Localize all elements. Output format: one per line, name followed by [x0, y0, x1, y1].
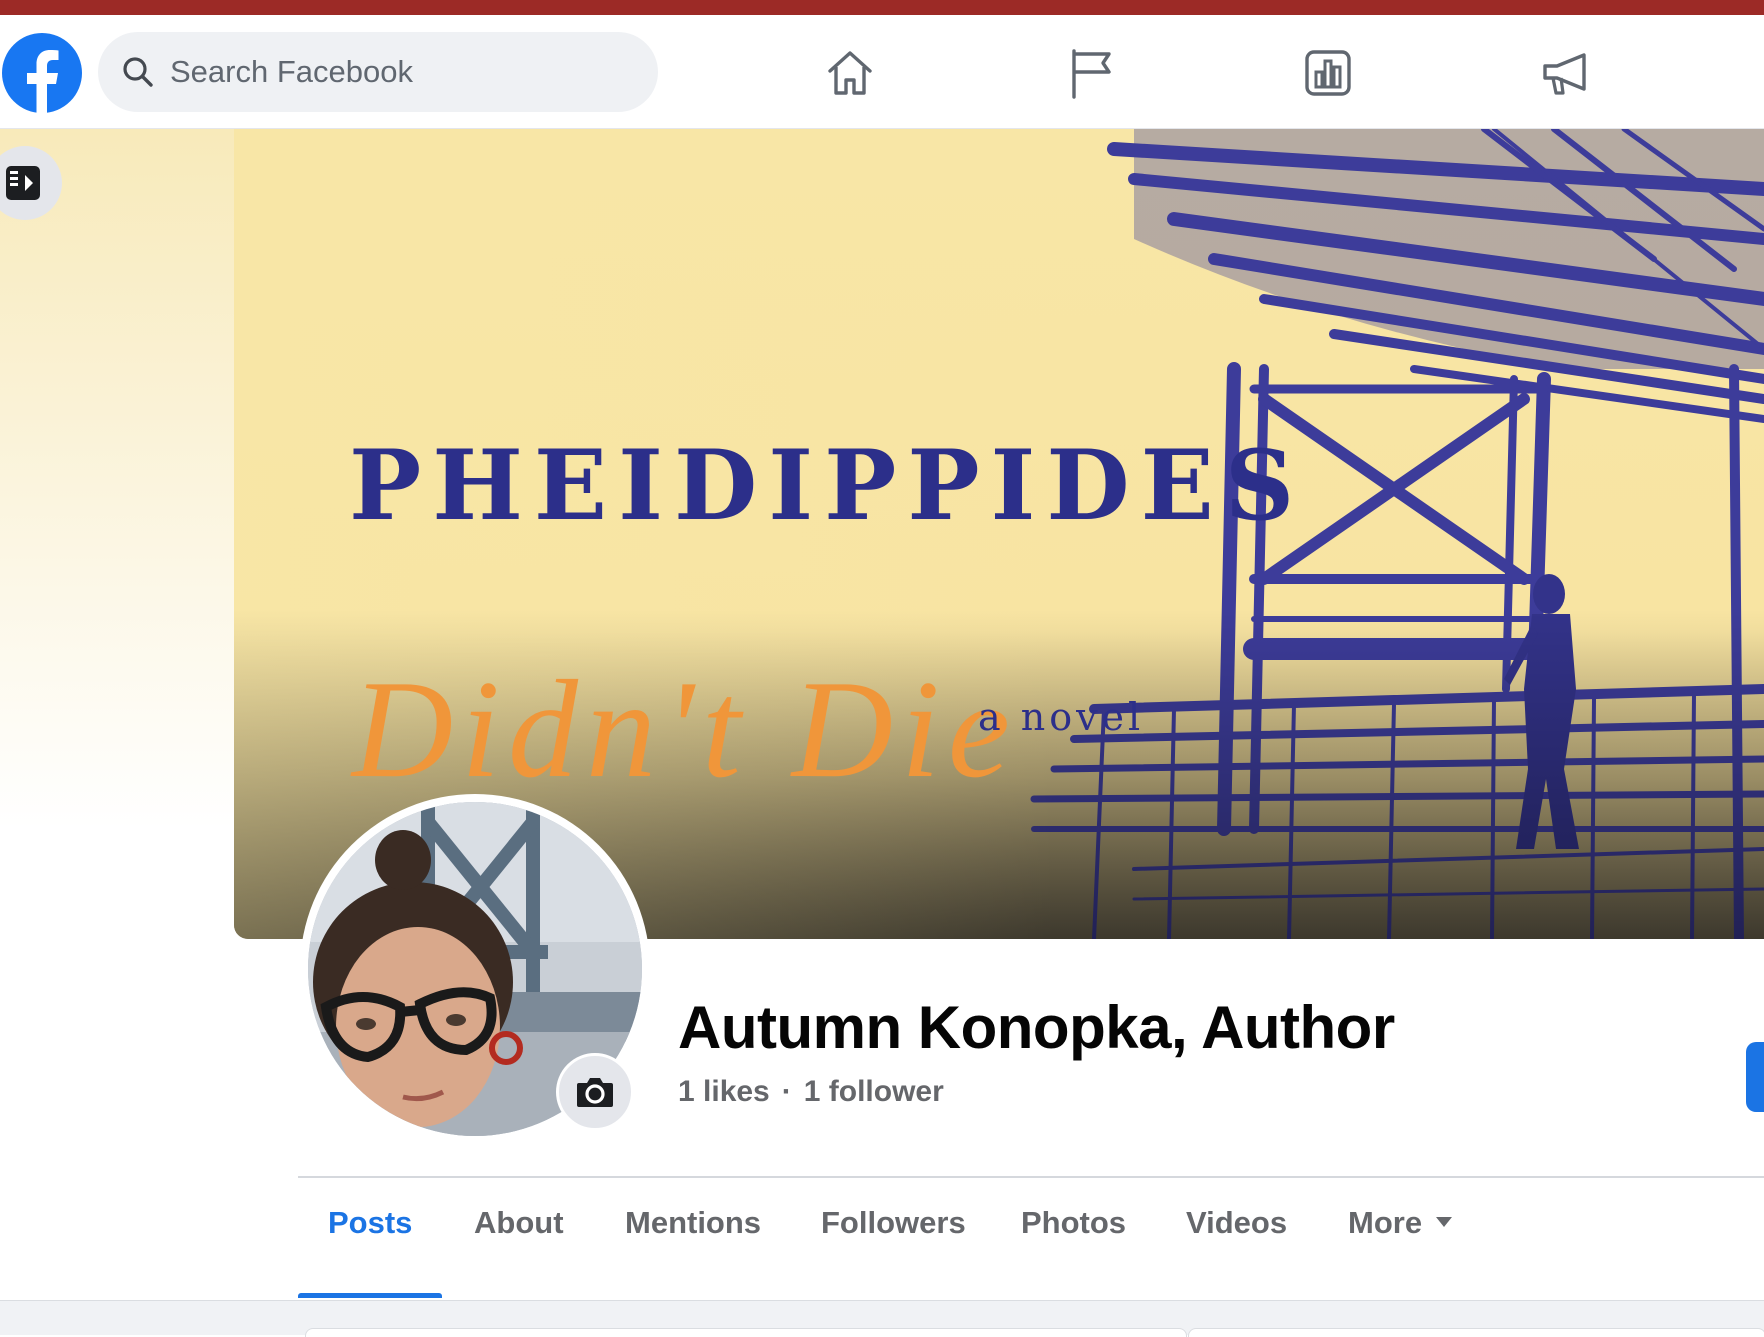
- tab-videos[interactable]: Videos: [1186, 1205, 1287, 1241]
- megaphone-icon: [1543, 53, 1586, 95]
- likes-count[interactable]: 1 likes: [678, 1075, 770, 1109]
- nav-insights-button[interactable]: [1300, 45, 1356, 101]
- browser-top-strip: [0, 0, 1764, 15]
- tab-about[interactable]: About: [474, 1205, 564, 1241]
- tab-photos[interactable]: Photos: [1021, 1205, 1126, 1241]
- cover-script-title: Didn't Die: [352, 652, 1018, 807]
- tab-followers[interactable]: Followers: [821, 1205, 966, 1241]
- tab-more-label: More: [1348, 1205, 1423, 1240]
- caret-down-icon: [1436, 1216, 1453, 1227]
- search-icon: [123, 57, 153, 87]
- home-icon: [828, 51, 872, 95]
- nav-ads-button[interactable]: [1538, 45, 1594, 101]
- primary-action-button[interactable]: [1746, 1042, 1764, 1112]
- active-tab-indicator: [298, 1293, 442, 1298]
- flag-icon: [1072, 49, 1111, 99]
- update-profile-picture-button[interactable]: [556, 1053, 634, 1131]
- stats-separator: ·: [781, 1075, 792, 1108]
- facebook-logo-icon[interactable]: [2, 33, 82, 113]
- cover-subtitle: a novel: [978, 695, 1145, 739]
- camera-icon: [577, 1078, 613, 1107]
- followers-count[interactable]: 1 follower: [804, 1075, 944, 1109]
- tab-posts[interactable]: Posts: [328, 1205, 412, 1241]
- side-card-top-edge: [1188, 1328, 1764, 1337]
- top-navigation-bar: Search Facebook: [0, 15, 1764, 129]
- search-input[interactable]: Search Facebook: [170, 32, 413, 112]
- sidebar-toggle-icon: [6, 166, 40, 200]
- tab-mentions[interactable]: Mentions: [625, 1205, 761, 1241]
- tabs-divider: [298, 1176, 1764, 1178]
- insights-icon: [1305, 50, 1351, 96]
- tab-more[interactable]: More: [1348, 1205, 1453, 1241]
- page-title: Autumn Konopka, Author: [678, 994, 1395, 1061]
- nav-home-button[interactable]: [822, 45, 878, 101]
- search-bar[interactable]: Search Facebook: [98, 32, 658, 112]
- left-side-background: [0, 129, 234, 829]
- page-stats: 1 likes · 1 follower: [678, 1075, 944, 1109]
- cover-title: PHEIDIPPIDES: [349, 429, 1306, 542]
- feed-card-top-edge: [305, 1328, 1187, 1337]
- nav-pages-button[interactable]: [1063, 45, 1119, 101]
